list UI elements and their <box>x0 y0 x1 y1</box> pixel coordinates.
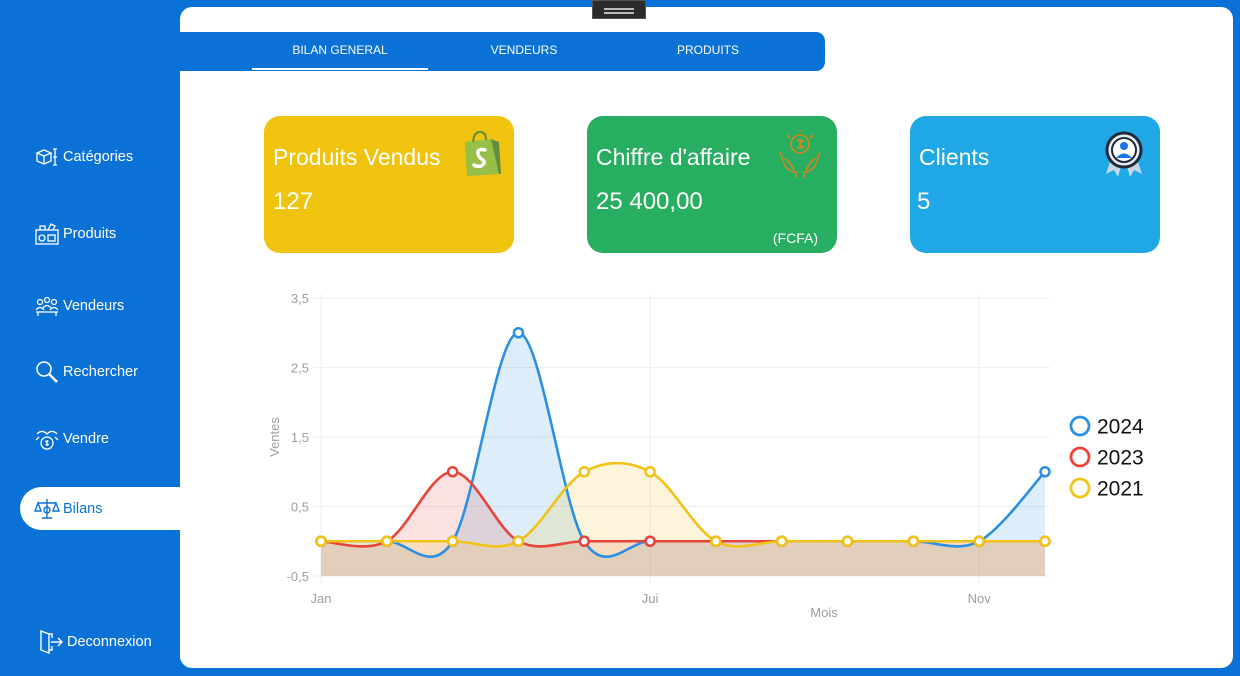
card-title: Chiffre d'affaire <box>596 144 751 170</box>
card-title: Produits Vendus <box>273 144 441 170</box>
card-value: 127 <box>273 188 314 215</box>
data-point-2021 <box>578 466 591 478</box>
y-axis-title: Ventes <box>267 417 282 457</box>
sidebar-item-label: Produits <box>63 226 117 242</box>
sidebar-item-label: Vendeurs <box>63 298 125 314</box>
sidebar-item-label: Catégories <box>63 149 134 165</box>
data-point-2021 <box>775 535 788 547</box>
sidebar-item-produits[interactable]: Produits <box>34 220 116 248</box>
x-axis-title: Mois <box>810 605 838 620</box>
sidebar-item-categories[interactable]: Catégories <box>34 143 133 171</box>
drag-handle[interactable] <box>592 0 646 19</box>
sellers-icon <box>35 296 59 316</box>
y-tick-label: 3,5 <box>291 291 309 306</box>
data-point-2021 <box>907 535 920 547</box>
legend-label-2024: 2024 <box>1097 416 1144 439</box>
data-point-2023 <box>578 535 591 547</box>
categories-icon <box>35 148 57 166</box>
data-point-2024 <box>512 327 525 339</box>
legend-label-2023: 2023 <box>1097 447 1144 470</box>
legend-marker-2021 <box>1069 477 1091 499</box>
data-point-2021 <box>446 535 459 547</box>
sidebar-item-rechercher[interactable]: Rechercher <box>34 358 138 386</box>
tab-produits[interactable]: PRODUITS <box>652 32 764 68</box>
data-point-2021 <box>381 535 393 547</box>
tab-bilan-general[interactable]: BILAN GENERAL <box>252 32 428 70</box>
shopping-bag-icon <box>461 130 503 183</box>
x-tick-label: Nov <box>968 591 992 606</box>
y-tick-label: -0,5 <box>287 569 309 584</box>
balance-icon <box>34 499 60 519</box>
y-tick-label: 2,5 <box>291 361 309 376</box>
card-title: Clients <box>919 144 990 170</box>
sales-chart: -0,5 0,5 1,5 2,5 3,5 Jan Jui Nov Mois Ventes 2024… <box>267 291 1144 620</box>
card-revenue: Chiffre d'affaire 25 400,00 (FCFA) <box>587 116 837 253</box>
legend-label-2021: 2021 <box>1097 478 1144 501</box>
tab-bar: BILAN GENERAL VENDEURS PRODUITS <box>180 32 825 71</box>
y-tick-label: 0,5 <box>291 500 309 515</box>
sidebar-item-bilans[interactable]: Bilans <box>34 495 103 523</box>
sidebar-item-label: Bilans <box>63 501 103 517</box>
data-point-2021 <box>710 535 722 547</box>
sidebar-item-label: Rechercher <box>63 364 138 380</box>
legend-marker-2023 <box>1069 446 1091 468</box>
x-tick-label: Jan <box>311 591 332 606</box>
data-point-2021 <box>973 535 985 547</box>
data-point-2024 <box>1039 466 1051 478</box>
currency-unit: (FCFA) <box>772 230 818 246</box>
logout-button[interactable]: Deconnexion <box>38 628 152 656</box>
tab-vendeurs[interactable]: VENDEURS <box>470 32 578 68</box>
sidebar-item-vendeurs[interactable]: Vendeurs <box>34 292 124 320</box>
data-point-2023 <box>446 466 459 478</box>
data-point-2021 <box>315 535 327 547</box>
data-point-2021 <box>1039 535 1051 547</box>
products-icon <box>35 223 59 245</box>
logout-label: Deconnexion <box>67 634 152 650</box>
x-tick-label: Jui <box>642 591 659 606</box>
sell-icon <box>35 430 59 450</box>
money-hands-icon <box>776 130 824 185</box>
card-value: 5 <box>917 188 931 215</box>
search-icon <box>36 361 58 383</box>
data-point-2021 <box>841 535 854 547</box>
client-badge-icon <box>1102 130 1146 183</box>
card-clients: Clients 5 <box>910 116 1160 253</box>
data-point-2023 <box>644 535 656 547</box>
sidebar-item-vendre[interactable]: Vendre <box>34 425 109 453</box>
y-tick-label: 1,5 <box>291 430 309 445</box>
data-point-2021 <box>512 535 525 547</box>
card-value: 25 400,00 <box>596 188 703 215</box>
data-point-2021 <box>644 466 656 478</box>
sidebar-item-label: Vendre <box>63 431 109 447</box>
legend-marker-2024 <box>1069 415 1091 437</box>
card-products-sold: Produits Vendus 127 <box>264 116 514 253</box>
logout-icon <box>40 629 63 655</box>
